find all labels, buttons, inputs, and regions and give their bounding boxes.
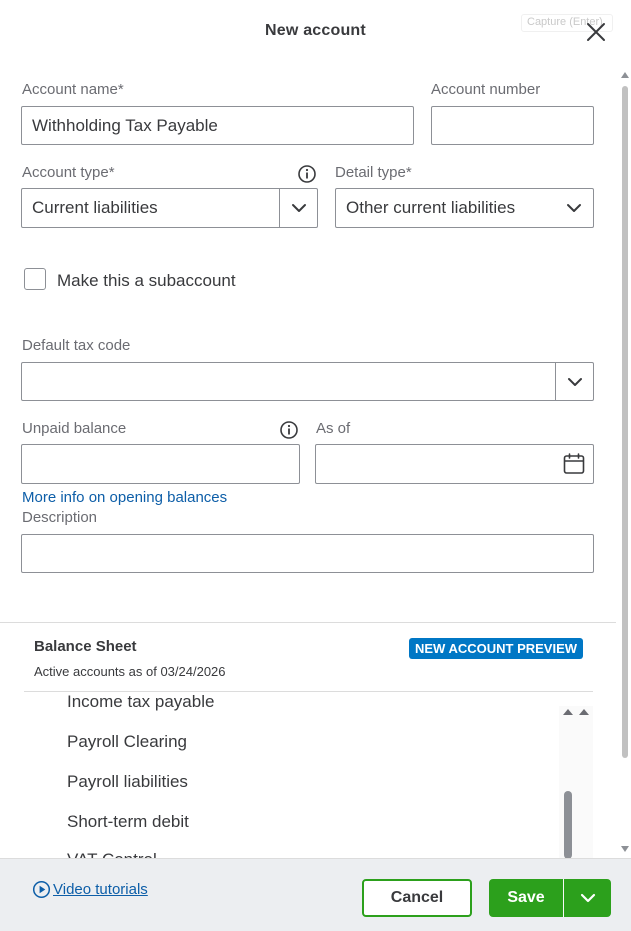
default-tax-code-select[interactable]	[21, 362, 594, 401]
detail-type-select[interactable]: Other current liabilities	[335, 188, 594, 228]
cancel-button[interactable]: Cancel	[362, 879, 472, 917]
default-tax-code-dropdown-button[interactable]	[555, 363, 593, 400]
chevron-down-icon	[567, 204, 581, 212]
account-list-item: Income tax payable	[67, 692, 215, 711]
calendar-icon[interactable]	[562, 452, 586, 476]
account-list-item: Payroll Clearing	[67, 732, 187, 751]
divider	[0, 622, 616, 623]
close-icon	[587, 23, 605, 41]
account-list-scrollbar-thumb[interactable]	[564, 791, 572, 859]
info-icon[interactable]	[297, 164, 317, 184]
account-number-input[interactable]	[431, 106, 594, 145]
detail-type-dropdown-button[interactable]	[555, 189, 593, 227]
account-number-label: Account number	[431, 81, 541, 98]
page-scrollbar-thumb[interactable]	[622, 86, 628, 758]
balance-sheet-account-list[interactable]: Income tax payable Payroll Clearing Payr…	[24, 692, 593, 860]
opening-balances-link[interactable]: More info on opening balances	[22, 489, 227, 506]
unpaid-balance-input[interactable]	[21, 444, 300, 484]
detail-type-value: Other current liabilities	[346, 198, 516, 217]
info-icon[interactable]	[279, 420, 299, 440]
as-of-date-input[interactable]	[315, 444, 594, 484]
account-list-item: Payroll liabilities	[67, 772, 188, 791]
video-tutorials-link[interactable]: Video tutorials	[32, 880, 148, 899]
account-type-label: Account type*	[22, 164, 115, 181]
subaccount-label[interactable]: Make this a subaccount	[57, 271, 236, 291]
account-name-label: Account name*	[22, 81, 124, 98]
save-options-button[interactable]	[564, 879, 611, 917]
account-type-value: Current liabilities	[32, 198, 158, 217]
chevron-down-icon	[580, 893, 595, 903]
play-circle-icon	[32, 880, 51, 899]
close-button[interactable]	[584, 20, 608, 44]
chevron-down-icon	[291, 204, 306, 212]
scroll-up-arrow-icon[interactable]	[562, 706, 574, 718]
balance-sheet-title: Balance Sheet	[34, 638, 137, 655]
scroll-up-arrow-icon[interactable]	[620, 70, 630, 80]
new-account-preview-badge: NEW ACCOUNT PREVIEW	[409, 638, 584, 659]
description-input[interactable]	[21, 534, 594, 573]
as-of-label: As of	[316, 420, 351, 437]
video-tutorials-label[interactable]: Video tutorials	[53, 881, 148, 898]
subaccount-checkbox[interactable]	[24, 268, 46, 290]
scroll-up-arrow-icon[interactable]	[578, 706, 590, 718]
balance-sheet-subtitle: Active accounts as of 03/24/2026	[34, 664, 226, 679]
default-tax-code-label: Default tax code	[22, 337, 131, 354]
chevron-down-icon	[567, 377, 582, 386]
account-type-select[interactable]: Current liabilities	[21, 188, 318, 228]
unpaid-balance-label: Unpaid balance	[22, 420, 127, 437]
save-button[interactable]: Save	[489, 879, 563, 917]
account-type-dropdown-button[interactable]	[279, 189, 317, 227]
description-label: Description	[22, 509, 98, 526]
account-name-input[interactable]	[21, 106, 414, 145]
account-list-item: Short-term debit	[67, 812, 189, 831]
scroll-down-arrow-icon[interactable]	[620, 844, 630, 854]
detail-type-label: Detail type*	[335, 164, 412, 181]
